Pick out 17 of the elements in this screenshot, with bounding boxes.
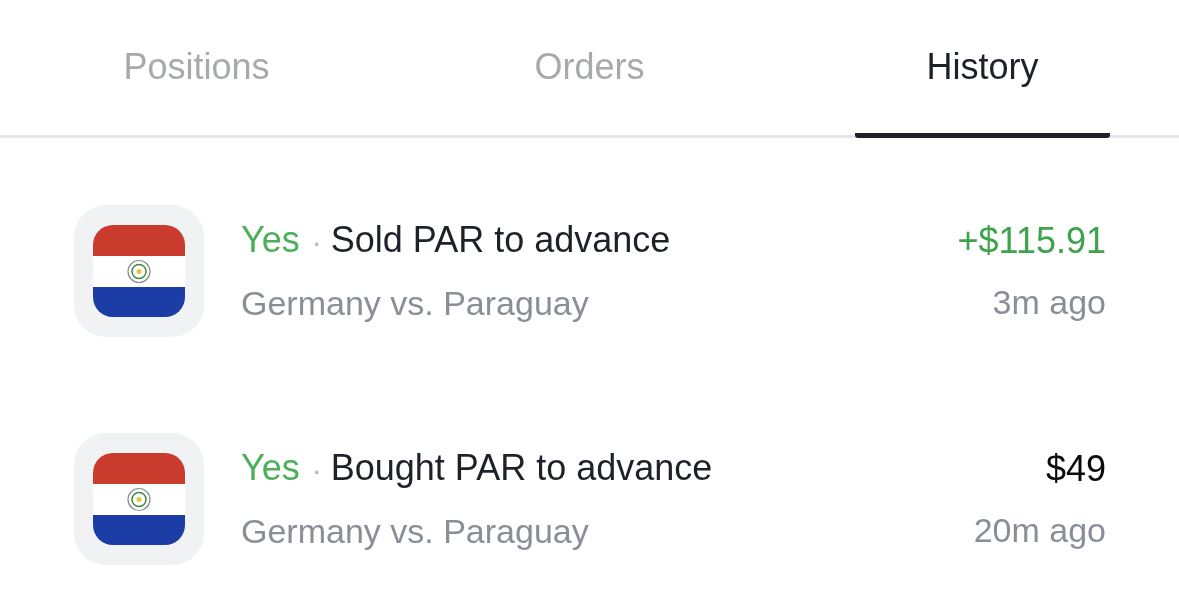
outcome-label: Yes — [241, 217, 300, 262]
trade-title: Sold PAR to advance — [330, 217, 671, 262]
tab[interactable]: Orders — [462, 0, 717, 138]
trade-time: 20m ago — [973, 509, 1106, 551]
separator-dot: · — [311, 451, 322, 488]
trade-title: Bought PAR to advance — [330, 445, 713, 490]
trade-amount: $49 — [1045, 446, 1106, 491]
separator-dot: · — [311, 223, 322, 260]
market-name: Germany vs. Paraguay — [241, 510, 590, 552]
trade-time: 3m ago — [992, 281, 1106, 323]
outcome-label: Yes — [241, 445, 300, 490]
trade-amount: +$115.91 — [957, 218, 1106, 263]
flag-icon — [74, 205, 204, 337]
market-name: Germany vs. Paraguay — [241, 282, 590, 324]
tab[interactable]: Positions — [69, 0, 324, 138]
flag-icon — [74, 433, 204, 565]
tab[interactable]: History — [855, 0, 1110, 138]
